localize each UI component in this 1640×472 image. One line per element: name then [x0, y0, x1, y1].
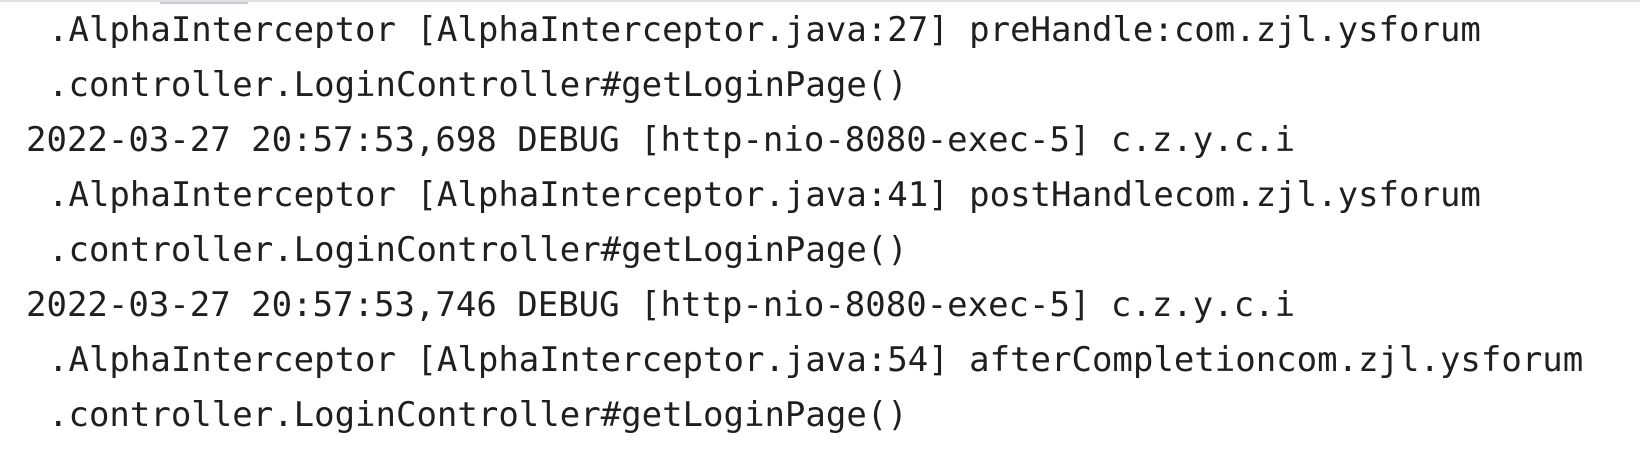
log-line: 2022-03-27 20:57:53,746 DEBUG [http-nio-… — [26, 285, 1296, 325]
log-line: .controller.LoginController#getLoginPage… — [48, 395, 908, 435]
log-line: .AlphaInterceptor [AlphaInterceptor.java… — [48, 10, 1481, 50]
console-output-panel[interactable]: .AlphaInterceptor [AlphaInterceptor.java… — [0, 0, 1640, 472]
log-line: .AlphaInterceptor [AlphaInterceptor.java… — [48, 340, 1584, 380]
log-line: .AlphaInterceptor [AlphaInterceptor.java… — [48, 175, 1481, 215]
log-line: .controller.LoginController#getLoginPage… — [48, 65, 908, 105]
log-line: 2022-03-27 20:57:53,698 DEBUG [http-nio-… — [26, 120, 1296, 160]
log-line: .controller.LoginController#getLoginPage… — [48, 230, 908, 270]
